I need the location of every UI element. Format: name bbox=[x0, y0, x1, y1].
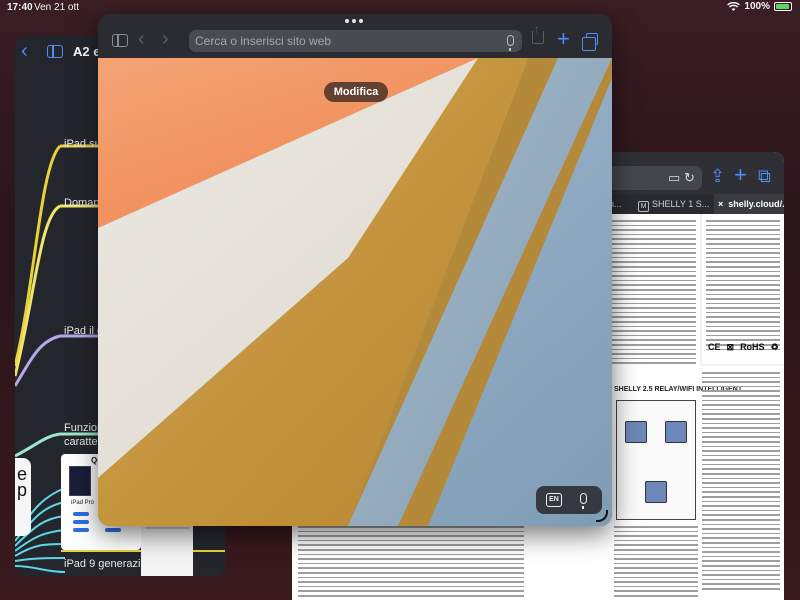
date: Ven 21 ott bbox=[34, 2, 80, 13]
buy-button bbox=[73, 512, 89, 516]
edit-button[interactable]: Modifica bbox=[324, 82, 388, 102]
wallpaper-graphic bbox=[98, 58, 612, 526]
new-tab-icon[interactable]: + bbox=[734, 162, 747, 188]
close-tab-icon[interactable]: × bbox=[718, 199, 723, 209]
document-page bbox=[292, 522, 608, 600]
product-label: iPad Pro bbox=[71, 500, 95, 506]
tab-overview-icon[interactable]: ⧉ bbox=[758, 166, 771, 187]
wifi-icon bbox=[727, 1, 741, 11]
address-placeholder: Cerca o inserisci sito web bbox=[195, 34, 332, 48]
buy-button bbox=[105, 528, 121, 532]
keyboard-language[interactable]: EN bbox=[546, 493, 562, 507]
window-grabber-icon[interactable] bbox=[343, 17, 365, 25]
recycle-icon: ♻ bbox=[770, 342, 779, 352]
reader-icon[interactable]: ▭ bbox=[668, 170, 680, 186]
mindmap-node[interactable]: iPad il c bbox=[64, 325, 103, 337]
battery-icon bbox=[774, 2, 792, 11]
wiring-diagram bbox=[616, 400, 696, 520]
reload-icon[interactable]: ↻ bbox=[684, 170, 695, 186]
status-icons: 100% bbox=[727, 1, 792, 12]
forward-icon[interactable]: › bbox=[162, 28, 169, 51]
microphone-icon[interactable] bbox=[507, 35, 514, 51]
clock: 17:40 bbox=[7, 2, 33, 13]
ipad-image bbox=[69, 466, 91, 496]
dictation-bar[interactable]: EN bbox=[536, 486, 602, 514]
certification-marks: CE ⊠ RoHS ♻ bbox=[708, 342, 779, 352]
tab-overview-icon[interactable] bbox=[582, 33, 598, 51]
status-bar: 17:40 Ven 21 ott 100% bbox=[0, 0, 800, 14]
share-icon[interactable]: ⇪ bbox=[710, 166, 725, 187]
safari-floating-window[interactable]: ‹ › Cerca o inserisci sito web + bbox=[98, 14, 612, 526]
battery-percent: 100% bbox=[744, 1, 770, 12]
image-card[interactable]: e p bbox=[15, 458, 31, 536]
buy-button bbox=[73, 520, 89, 524]
address-bar[interactable]: Cerca o inserisci sito web bbox=[189, 30, 522, 52]
sidebar-toggle-icon[interactable] bbox=[112, 34, 128, 47]
tab-shelly-cloud[interactable]: × shelly.cloud/... bbox=[714, 194, 784, 214]
document-page: CE ⊠ RoHS ♻ bbox=[702, 214, 784, 364]
microphone-icon[interactable] bbox=[580, 493, 587, 509]
share-icon[interactable] bbox=[532, 22, 544, 44]
back-icon[interactable]: ‹ bbox=[138, 28, 145, 51]
buy-button bbox=[73, 528, 89, 532]
document-page: SHELLY 2.5 RELAY/WIFI INTELLIGENT bbox=[608, 366, 784, 600]
weee-icon: ⊠ bbox=[726, 342, 735, 352]
tab-shelly-1[interactable]: M SHELLY 1 S... bbox=[638, 194, 710, 214]
wallpaper bbox=[98, 58, 612, 526]
new-tab-icon[interactable]: + bbox=[557, 26, 570, 52]
